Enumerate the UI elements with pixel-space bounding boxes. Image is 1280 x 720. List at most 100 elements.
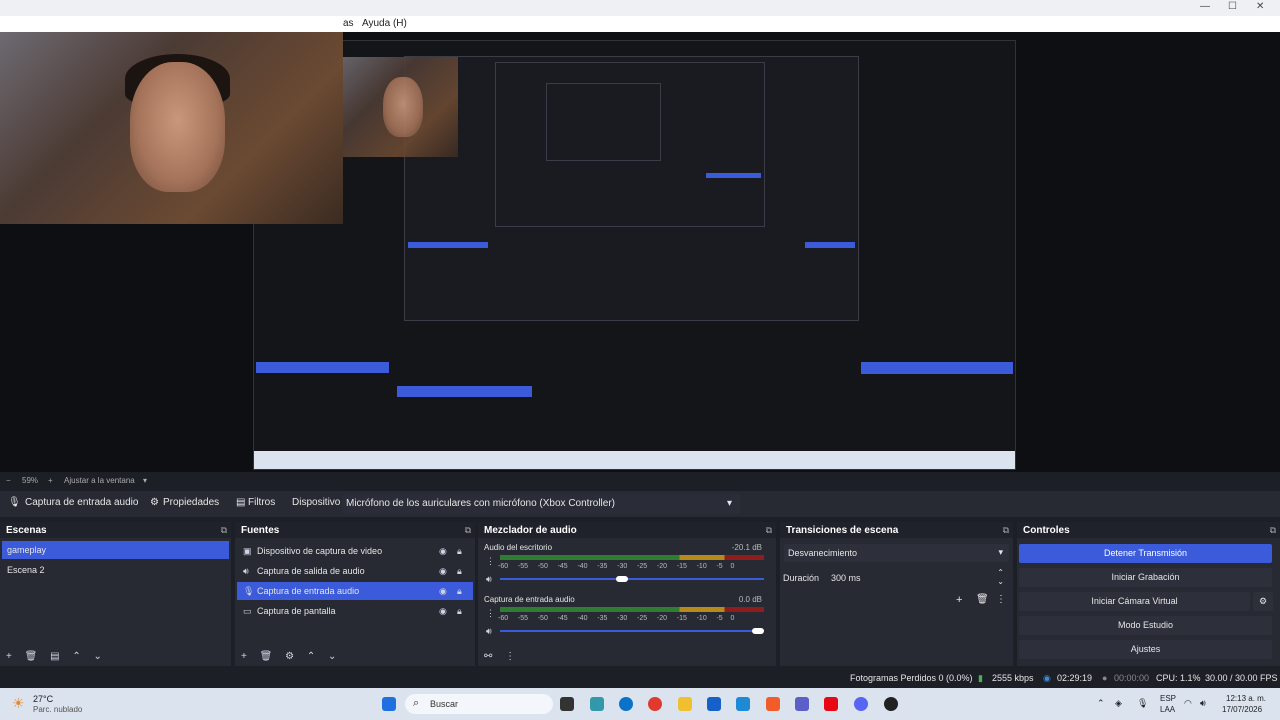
lock-icon[interactable]: 🔒︎ [457,566,462,577]
link-icon[interactable]: ⚯ [484,651,492,662]
virtual-camera-settings-button[interactable]: ⚙ [1253,592,1273,611]
filter-icon[interactable]: ▤ [50,651,59,662]
webcam-echo-frame [343,57,458,157]
zoom-in-button[interactable]: + [48,476,53,485]
zoom-fit-label[interactable]: Ajustar a la ventana [64,476,135,485]
chevron-up-icon[interactable]: ⌃ [1097,698,1105,709]
dock-icon[interactable]: ⧉ [221,525,227,536]
move-up-icon[interactable]: ⌃ [307,651,315,662]
zoom-out-button[interactable]: − [6,476,11,485]
transition-select[interactable]: Desvanecimiento ▾ [784,544,1009,562]
start-virtual-camera-button[interactable]: Iniciar Cámara Virtual [1019,592,1250,611]
wifi-icon: ◠ [1184,698,1192,708]
studio-mode-button[interactable]: Modo Estudio [1019,616,1272,635]
stepper-icon[interactable]: ⌃ ⌄ [997,568,1004,586]
eye-icon[interactable]: ◉ [439,546,447,557]
start-recording-button[interactable]: Iniciar Grabación [1019,568,1272,587]
stop-streaming-button[interactable]: Detener Transmisión [1019,544,1272,563]
brave-icon[interactable] [766,697,780,711]
device-select[interactable]: Micrófono de los auriculares con micrófo… [342,494,740,514]
mail-icon[interactable] [736,697,750,711]
app-icon[interactable] [590,697,604,711]
minimize-icon[interactable]: — [1200,1,1210,12]
add-icon[interactable]: + [241,651,247,662]
add-icon[interactable]: + [956,594,962,606]
eye-icon[interactable]: ◉ [439,586,447,597]
more-icon[interactable]: ⋮ [505,651,515,662]
source-item[interactable]: ▭ Captura de pantalla ◉ 🔒︎ [237,602,473,620]
volume-slider[interactable] [500,630,764,632]
language-1[interactable]: ESP [1160,694,1176,703]
more-icon[interactable]: ⋮ [486,556,495,567]
volume-slider[interactable] [500,578,764,580]
filters-button[interactable]: Filtros [248,497,275,508]
menu-item-partial[interactable]: as [343,18,354,29]
windows-start-icon[interactable] [382,697,396,711]
maximize-icon[interactable]: ☐ [1228,1,1237,12]
close-icon[interactable]: ✕ [1256,1,1264,12]
clock-time: 12:13 a. m. [1226,694,1267,703]
lock-icon[interactable]: 🔒︎ [457,586,462,597]
trash-icon[interactable]: 🗑 [976,594,989,605]
settings-button[interactable]: Ajustes [1019,640,1272,659]
folder-icon[interactable] [678,697,692,711]
sources-title: Fuentes [241,525,280,536]
taskbar-search[interactable]: ⌕ Buscar [405,694,553,714]
lock-icon[interactable]: 🔒︎ [457,546,462,557]
source-item[interactable]: ▣ Dispositivo de captura de video ◉ 🔒︎ [237,542,473,560]
source-item-selected[interactable]: 🎙︎ Captura de entrada audio ◉ 🔒︎ [237,582,473,600]
move-down-icon[interactable]: ⌄ [94,651,102,662]
teams-icon[interactable] [795,697,809,711]
add-icon[interactable]: + [6,651,12,662]
more-icon[interactable]: ⋮ [486,608,495,619]
store-icon[interactable] [707,697,721,711]
eye-icon[interactable]: ◉ [439,606,447,617]
volume-icon: 🔊︎ [1200,698,1206,708]
volume-slider-knob[interactable] [615,576,628,582]
nested-preview-3 [546,83,661,161]
scene-item-escena-2[interactable]: Escena 2 [2,561,229,579]
file-explorer-icon[interactable] [560,697,574,711]
webcam-video-frame [0,32,343,224]
mixer-track-mic: Captura de entrada audio 0.0 dB ⋮ -60 -5… [482,594,770,638]
speaker-icon[interactable]: 🔊︎ [486,626,492,637]
track-db: 0.0 dB [738,595,762,604]
dock-icon[interactable]: ⧉ [465,525,471,536]
discord-icon[interactable] [854,697,868,711]
dock-icon[interactable]: ⧉ [766,525,772,536]
netflix-icon[interactable] [824,697,838,711]
microphone-icon: 🎙 [8,497,21,508]
eye-icon[interactable]: ◉ [439,566,447,577]
dock-icon[interactable]: ⧉ [1270,525,1276,536]
volume-meter [500,607,764,612]
fps: 30.00 / 30.00 FPS [1205,673,1278,683]
menu-item-help[interactable]: Ayuda (H) [362,18,407,29]
dock-icon[interactable]: ⧉ [1003,525,1009,536]
obs-icon[interactable] [884,697,898,711]
trash-icon[interactable]: 🗑 [25,651,38,662]
chevron-down-icon[interactable]: ▾ [143,476,147,485]
source-item[interactable]: 🔊︎ Captura de salida de audio ◉ 🔒︎ [237,562,473,580]
trash-icon[interactable]: 🗑 [260,651,273,662]
gear-icon[interactable]: ⚙ [285,651,294,662]
lock-icon[interactable]: 🔒︎ [457,606,462,617]
language-2[interactable]: LAA [1160,705,1175,714]
scene-item-gameplay[interactable]: gameplay [2,541,229,559]
chrome-icon[interactable] [648,697,662,711]
device-label: Dispositivo [292,497,341,508]
track-db: -20.1 dB [731,543,762,552]
chevron-down-icon: ▾ [998,547,1003,557]
move-down-icon[interactable]: ⌄ [328,651,336,662]
volume-slider-knob[interactable] [752,628,764,634]
edge-icon[interactable] [619,697,633,711]
properties-button[interactable]: Propiedades [163,497,219,508]
weather-icon: ☀ [12,695,25,711]
source-name-label: Captura de entrada audio [25,497,139,508]
more-icon[interactable]: ⋮ [996,594,1006,605]
window-titlebar: — ☐ ✕ [0,0,1280,16]
preview-area[interactable] [0,32,1280,472]
move-up-icon[interactable]: ⌃ [72,651,80,662]
dropped-frames: Fotogramas Perdidos 0 (0.0%) [850,673,973,683]
speaker-icon[interactable]: 🔊︎ [486,574,492,585]
duration-input[interactable]: 300 ms ⌃ ⌄ [828,568,1008,586]
